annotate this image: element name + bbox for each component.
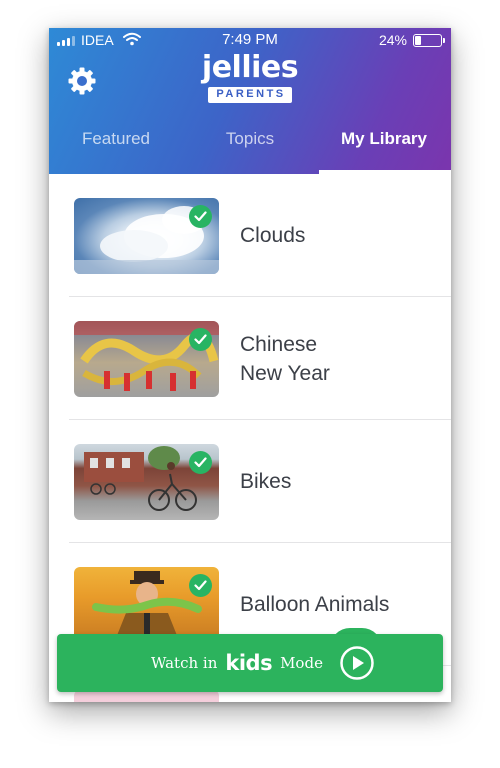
tab-my-library[interactable]: My Library: [317, 118, 451, 174]
clouds-thumbnail: [74, 198, 219, 274]
watched-check-icon: [189, 451, 212, 474]
watched-check-icon: [189, 205, 212, 228]
jellies-logo: jellies PARENTS: [49, 52, 451, 103]
kids-brand: kids: [225, 651, 273, 675]
watch-bar-text: Watch in kids Mode: [151, 634, 323, 692]
item-title: Bikes: [240, 470, 292, 493]
logo-word: jellies: [201, 50, 299, 85]
tab-label: Topics: [225, 129, 275, 148]
watch-suffix: Mode: [280, 654, 323, 672]
play-circle-icon[interactable]: [339, 645, 375, 681]
library-list: Clouds Chinese New Year Bikes Balloon An…: [49, 174, 451, 702]
library-item-clouds[interactable]: Clouds: [49, 174, 451, 297]
item-title: Chinese New Year: [240, 332, 330, 385]
balloon-animals-thumbnail: [74, 567, 219, 643]
app-header: IDEA 7:49 PM 24% jellies PARENTS Feature…: [49, 28, 451, 174]
status-bar: IDEA 7:49 PM 24%: [49, 28, 451, 52]
phone-screen: IDEA 7:49 PM 24% jellies PARENTS Feature…: [49, 28, 451, 702]
watch-prefix: Watch in: [151, 654, 218, 672]
chinese-new-year-thumbnail: [74, 321, 219, 397]
watched-check-icon: [189, 574, 212, 597]
tab-topics[interactable]: Topics: [183, 118, 317, 174]
watch-in-kids-mode-button[interactable]: Watch in kids Mode: [57, 634, 443, 692]
tab-label: Featured: [81, 129, 151, 148]
bikes-thumbnail: [74, 444, 219, 520]
item-title: Clouds: [240, 224, 306, 247]
logo-badge: PARENTS: [208, 87, 292, 103]
tab-bar: Featured Topics My Library: [49, 118, 451, 174]
battery-icon: [413, 34, 445, 47]
tab-label: My Library: [341, 129, 427, 148]
library-item-bikes[interactable]: Bikes: [49, 420, 451, 543]
watched-check-icon: [189, 328, 212, 351]
tab-featured[interactable]: Featured: [49, 118, 183, 174]
library-item-chinese-new-year[interactable]: Chinese New Year: [49, 297, 451, 420]
battery-percent: 24%: [378, 32, 407, 48]
